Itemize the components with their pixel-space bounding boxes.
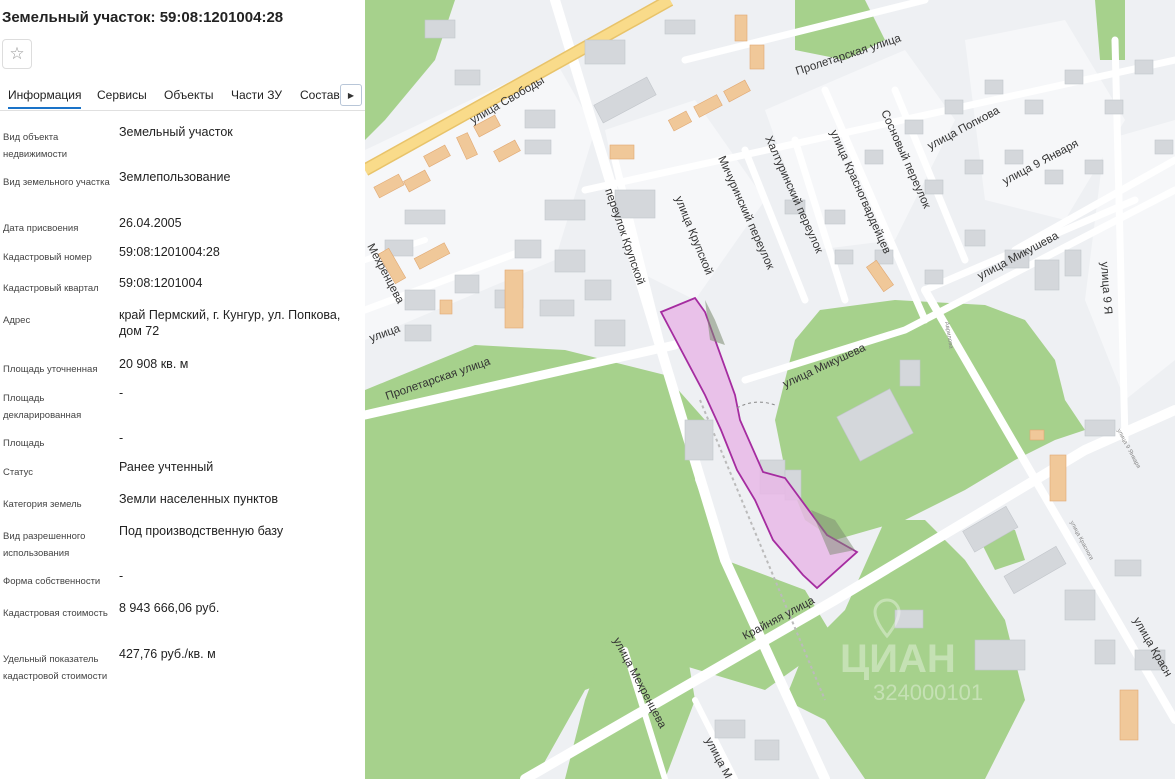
row-label: Форма собственности — [3, 576, 101, 587]
row-label: Адрес — [3, 315, 31, 326]
row-value: - — [119, 431, 124, 445]
watermark-brand: ЦИАН — [840, 637, 956, 681]
row-label: Кадастровая стоимость — [3, 608, 108, 619]
tab-info[interactable]: Информация — [8, 88, 82, 109]
watermark-code: 324000101 — [873, 680, 983, 705]
row-label: Кадастровый номер — [3, 252, 92, 263]
row-label: Площадь декларированная — [3, 393, 82, 421]
map-view[interactable]: улица Свободы Пролетарская улица Пролета… — [365, 0, 1175, 779]
row-label: Статус — [3, 467, 34, 478]
row-value: Земельный участок — [119, 125, 233, 139]
row-value: 20 908 кв. м — [119, 357, 189, 371]
star-icon: ☆ — [9, 44, 25, 63]
row-value: - — [119, 569, 124, 583]
row-value: 59:08:1201004:28 — [119, 245, 220, 259]
favorite-button[interactable]: ☆ — [2, 39, 32, 69]
row-label: Вид объекта недвижимости — [3, 132, 68, 160]
row-label: Удельный показатель кадастровой стоимост… — [3, 654, 108, 682]
tab-bar: Информация Сервисы Объекты Части ЗУ Сост… — [0, 84, 365, 111]
tab-services[interactable]: Сервисы — [97, 88, 147, 102]
row-value: Землепользование — [119, 170, 231, 184]
row-value: 59:08:1201004 — [119, 276, 203, 290]
row-value: Земли населенных пунктов — [119, 492, 278, 506]
row-label: Категория земель — [3, 499, 82, 510]
row-label: Вид разрешенного использования — [3, 531, 86, 559]
row-label: Площадь уточненная — [3, 364, 98, 375]
tab-parts[interactable]: Части ЗУ — [231, 88, 282, 102]
row-value: 427,76 руб./кв. м — [119, 647, 216, 661]
row-value: Под производственную базу — [119, 524, 284, 538]
chevron-right-icon: ▶ — [347, 90, 355, 100]
tabs-next-button[interactable]: ▶ — [340, 84, 362, 106]
row-label: Площадь — [3, 438, 45, 449]
row-value: 8 943 666,06 руб. — [119, 601, 220, 615]
row-label: Дата присвоения — [3, 223, 79, 234]
row-value: 26.04.2005 — [119, 216, 182, 230]
tab-objects[interactable]: Объекты — [164, 88, 214, 102]
page-title: Земельный участок: 59:08:1201004:28 — [2, 9, 284, 26]
tab-composition[interactable]: Состав — [300, 88, 340, 102]
info-panel: Земельный участок: 59:08:1201004:28 ☆ Ин… — [0, 0, 366, 779]
row-label: Вид земельного участка — [3, 177, 110, 188]
row-value: - — [119, 386, 124, 400]
row-value: Ранее учтенный — [119, 460, 214, 474]
row-value: край Пермский, г. Кунгур, ул. Попкова, д… — [119, 308, 341, 338]
row-label: Кадастровый квартал — [3, 283, 99, 294]
